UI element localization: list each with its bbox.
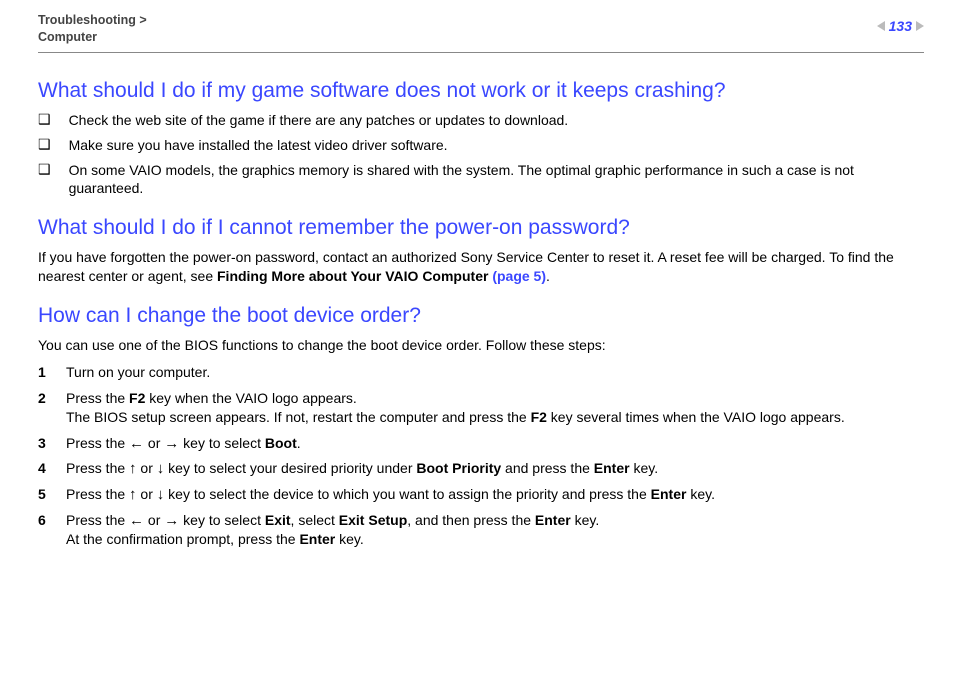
page-link[interactable]: (page 5) (492, 268, 546, 284)
breadcrumb-line2: Computer (38, 30, 97, 44)
step-number: 6 (38, 511, 66, 531)
text: , select (291, 512, 339, 528)
page-number: 133 (889, 18, 912, 34)
menu-name: Exit Setup (339, 512, 407, 528)
square-bullet-icon: ❑ (38, 161, 51, 178)
step-text: Press the ← or → key to select Exit, sel… (66, 511, 599, 550)
step-text: Press the ← or → key to select Boot. (66, 434, 301, 454)
steps-list: 1 Turn on your computer. 2 Press the F2 … (38, 363, 924, 550)
paragraph: If you have forgotten the power-on passw… (38, 248, 924, 286)
text: key. (686, 486, 715, 502)
step-text: Turn on your computer. (66, 363, 210, 383)
text: or (137, 460, 157, 476)
step-item: 1 Turn on your computer. (38, 363, 924, 383)
text: or (144, 435, 164, 451)
right-arrow-icon: → (164, 513, 179, 528)
bullet-text: On some VAIO models, the graphics memory… (69, 161, 924, 199)
page-header: Troubleshooting > Computer 133 (38, 12, 924, 53)
key-name: Enter (535, 512, 571, 528)
section-heading-boot-order: How can I change the boot device order? (38, 304, 924, 328)
text: key to select the device to which you wa… (164, 486, 650, 502)
text: Press the (66, 486, 129, 502)
paragraph: You can use one of the BIOS functions to… (38, 336, 924, 355)
up-arrow-icon: ↑ (129, 461, 137, 476)
text: Press the (66, 512, 129, 528)
list-item: ❑ Check the web site of the game if ther… (38, 111, 924, 130)
text: . (297, 435, 301, 451)
key-name: Enter (651, 486, 687, 502)
next-page-icon[interactable] (916, 21, 924, 31)
square-bullet-icon: ❑ (38, 111, 51, 128)
text: and press the (501, 460, 594, 476)
text: key. (630, 460, 659, 476)
menu-name: Boot Priority (416, 460, 501, 476)
text: or (137, 486, 157, 502)
text: key to select (179, 512, 265, 528)
key-name: Enter (594, 460, 630, 476)
section-heading-game-software: What should I do if my game software doe… (38, 79, 924, 103)
step-number: 3 (38, 434, 66, 454)
breadcrumb-line1: Troubleshooting > (38, 13, 147, 27)
bold-text: Finding More about Your VAIO Computer (217, 268, 492, 284)
bullet-text: Check the web site of the game if there … (69, 111, 569, 130)
list-item: ❑ On some VAIO models, the graphics memo… (38, 161, 924, 199)
up-arrow-icon: ↑ (129, 487, 137, 502)
step-number: 1 (38, 363, 66, 383)
text: key several times when the VAIO logo app… (547, 409, 845, 425)
key-name: Enter (299, 531, 335, 547)
step-text: Press the ↑ or ↓ key to select your desi… (66, 459, 658, 479)
step-item: 6 Press the ← or → key to select Exit, s… (38, 511, 924, 550)
text: Press the (66, 460, 129, 476)
step-number: 2 (38, 389, 66, 409)
bullet-text: Make sure you have installed the latest … (69, 136, 448, 155)
section-heading-password: What should I do if I cannot remember th… (38, 216, 924, 240)
step-item: 5 Press the ↑ or ↓ key to select the dev… (38, 485, 924, 505)
list-item: ❑ Make sure you have installed the lates… (38, 136, 924, 155)
text: or (144, 512, 164, 528)
text: , and then press the (407, 512, 535, 528)
step-text: Press the ↑ or ↓ key to select the devic… (66, 485, 715, 505)
left-arrow-icon: ← (129, 436, 144, 451)
document-page: Troubleshooting > Computer 133 What shou… (0, 0, 954, 576)
text: key. (571, 512, 600, 528)
menu-name: Exit (265, 512, 291, 528)
text: key to select (179, 435, 265, 451)
step-number: 5 (38, 485, 66, 505)
step-number: 4 (38, 459, 66, 479)
square-bullet-icon: ❑ (38, 136, 51, 153)
step-text: Press the F2 key when the VAIO logo appe… (66, 389, 845, 428)
text: key. (335, 531, 364, 547)
right-arrow-icon: → (164, 436, 179, 451)
key-name: F2 (531, 409, 547, 425)
page-number-nav: 133 (877, 18, 924, 34)
text: key to select your desired priority unde… (164, 460, 416, 476)
step-item: 4 Press the ↑ or ↓ key to select your de… (38, 459, 924, 479)
text: Press the (66, 390, 129, 406)
prev-page-icon[interactable] (877, 21, 885, 31)
menu-name: Boot (265, 435, 297, 451)
text: Press the (66, 435, 129, 451)
left-arrow-icon: ← (129, 513, 144, 528)
key-name: F2 (129, 390, 145, 406)
step-item: 3 Press the ← or → key to select Boot. (38, 434, 924, 454)
text: At the confirmation prompt, press the (66, 531, 299, 547)
text: . (546, 268, 550, 284)
text: key when the VAIO logo appears. (145, 390, 356, 406)
text: The BIOS setup screen appears. If not, r… (66, 409, 531, 425)
step-item: 2 Press the F2 key when the VAIO logo ap… (38, 389, 924, 428)
bullet-list: ❑ Check the web site of the game if ther… (38, 111, 924, 199)
breadcrumb: Troubleshooting > Computer (38, 12, 147, 46)
